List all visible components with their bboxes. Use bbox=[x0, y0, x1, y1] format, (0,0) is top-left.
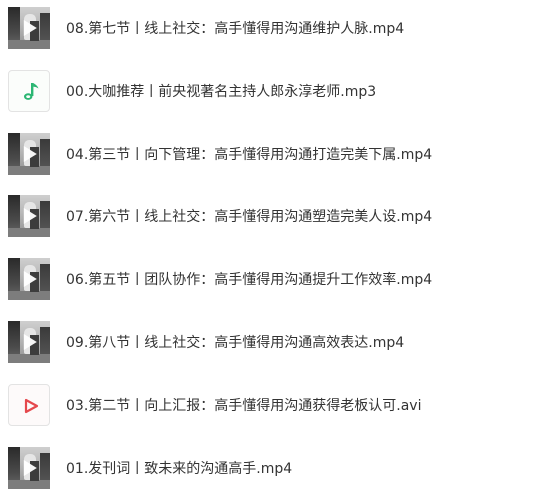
file-row[interactable]: 00.大咖推荐丨前央视著名主持人郎永淳老师.mp3 bbox=[0, 69, 543, 113]
play-icon bbox=[23, 208, 37, 224]
file-name: 09.第八节丨线上社交：高手懂得用沟通高效表达.mp4 bbox=[66, 335, 405, 351]
video-thumbnail-icon bbox=[8, 195, 50, 237]
play-icon bbox=[23, 271, 37, 287]
play-icon bbox=[23, 146, 37, 162]
file-name: 00.大咖推荐丨前央视著名主持人郎永淳老师.mp3 bbox=[66, 84, 377, 100]
video-thumbnail-icon bbox=[8, 447, 50, 489]
file-row[interactable]: 09.第八节丨线上社交：高手懂得用沟通高效表达.mp4 bbox=[0, 320, 543, 364]
file-name: 08.第七节丨线上社交：高手懂得用沟通维护人脉.mp4 bbox=[66, 21, 405, 37]
file-name: 01.发刊词丨致未来的沟通高手.mp4 bbox=[66, 461, 293, 477]
file-name: 03.第二节丨向上汇报：高手懂得用沟通获得老板认可.avi bbox=[66, 398, 422, 414]
file-row[interactable]: 06.第五节丨团队协作：高手懂得用沟通提升工作效率.mp4 bbox=[0, 257, 543, 301]
file-row[interactable]: 03.第二节丨向上汇报：高手懂得用沟通获得老板认可.avi bbox=[0, 383, 543, 427]
video-thumbnail-icon bbox=[8, 133, 50, 175]
file-name: 06.第五节丨团队协作：高手懂得用沟通提升工作效率.mp4 bbox=[66, 272, 433, 288]
file-row[interactable]: 08.第七节丨线上社交：高手懂得用沟通维护人脉.mp4 bbox=[0, 6, 543, 50]
music-note-icon bbox=[8, 70, 50, 112]
file-row[interactable]: 04.第三节丨向下管理：高手懂得用沟通打造完美下属.mp4 bbox=[0, 132, 543, 176]
play-icon bbox=[23, 460, 37, 476]
video-thumbnail-icon bbox=[8, 321, 50, 363]
play-icon bbox=[23, 334, 37, 350]
file-name: 07.第六节丨线上社交：高手懂得用沟通塑造完美人设.mp4 bbox=[66, 209, 433, 225]
play-icon bbox=[23, 20, 37, 36]
file-row[interactable]: 01.发刊词丨致未来的沟通高手.mp4 bbox=[0, 446, 543, 490]
video-thumbnail-icon bbox=[8, 258, 50, 300]
file-row[interactable]: 07.第六节丨线上社交：高手懂得用沟通塑造完美人设.mp4 bbox=[0, 194, 543, 238]
play-triangle-icon bbox=[8, 384, 50, 426]
file-name: 04.第三节丨向下管理：高手懂得用沟通打造完美下属.mp4 bbox=[66, 147, 433, 163]
file-list: 08.第七节丨线上社交：高手懂得用沟通维护人脉.mp4 00.大咖推荐丨前央视著… bbox=[0, 0, 543, 502]
video-thumbnail-icon bbox=[8, 7, 50, 49]
